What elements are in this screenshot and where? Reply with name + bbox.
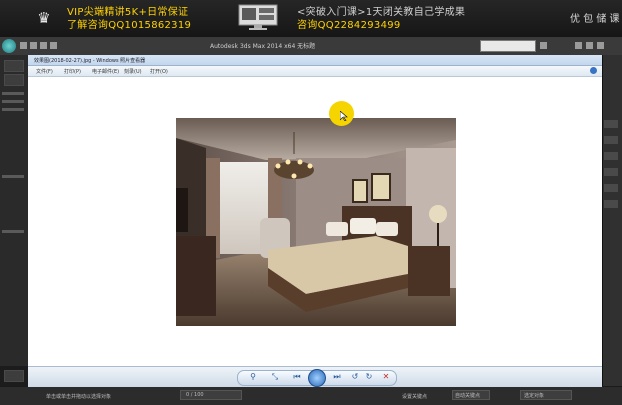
actual-size-icon[interactable]: ⤡ — [270, 372, 280, 382]
menu-burn[interactable]: 刻录(U) — [124, 68, 142, 75]
menu-print[interactable]: 打印(P) — [64, 68, 81, 75]
slideshow-button[interactable] — [308, 369, 326, 387]
search-icon[interactable] — [540, 42, 547, 49]
close-icon[interactable] — [597, 42, 604, 49]
app-logo-icon[interactable] — [2, 39, 16, 53]
panel-button[interactable] — [604, 136, 618, 144]
app-search-input[interactable] — [480, 40, 536, 52]
auto-key-label: 自动关键点 — [455, 393, 481, 399]
viewer-title: 效果图(2018-02-27).jpg - Windows 照片查看器 — [34, 58, 146, 64]
set-key-label: 设置关键点 — [402, 394, 428, 400]
minimize-icon[interactable] — [575, 42, 582, 49]
promo-left-line1: VIP尖端精讲5K+日常保证 — [67, 7, 189, 18]
link-tool-icon[interactable] — [4, 74, 24, 86]
panel-row — [2, 92, 24, 95]
panel-row — [2, 175, 24, 178]
panel-row — [2, 108, 24, 111]
new-file-icon[interactable] — [20, 42, 27, 49]
menu-open[interactable]: 打开(O) — [150, 68, 168, 75]
delete-icon[interactable]: ✕ — [381, 372, 391, 382]
script-listener-icon[interactable] — [4, 370, 24, 382]
panel-button[interactable] — [604, 168, 618, 176]
panel-button[interactable] — [604, 184, 618, 192]
monitor-icon — [238, 4, 278, 30]
rotate-ccw-icon[interactable]: ↺ — [350, 372, 360, 382]
menu-email[interactable]: 电子邮件(E) — [92, 68, 119, 75]
crown-icon: ♛ — [37, 9, 51, 27]
mouse-pointer-icon — [340, 111, 348, 121]
undo-icon[interactable] — [50, 42, 57, 49]
right-command-panel — [602, 55, 622, 386]
promo-right-line2: 咨询QQ2284293499 — [297, 20, 401, 31]
time-slider-value: 0 / 100 — [186, 392, 204, 398]
promo-right-line1: <突破入门课>1天闭关教自己学成果 — [297, 7, 466, 18]
zoom-icon[interactable]: ⚲ — [248, 372, 258, 382]
panel-row — [2, 100, 24, 103]
status-prompt: 单击或单击并拖动以选择对象 — [46, 394, 112, 400]
select-tool-icon[interactable] — [4, 60, 24, 72]
rotate-cw-icon[interactable]: ↻ — [364, 372, 374, 382]
brand-logo: 优 包 储 课 — [570, 14, 620, 25]
selection-label: 选定对象 — [524, 393, 545, 399]
panel-button[interactable] — [604, 200, 618, 208]
panel-button[interactable] — [604, 120, 618, 128]
maximize-icon[interactable] — [586, 42, 593, 49]
panel-row — [2, 230, 24, 233]
help-icon[interactable] — [590, 67, 597, 74]
promo-left-line2: 了解咨询QQ1015862319 — [67, 20, 192, 31]
menu-file[interactable]: 文件(F) — [36, 68, 53, 75]
open-file-icon[interactable] — [30, 42, 37, 49]
bedroom-photo — [176, 118, 456, 326]
app-title: Autodesk 3ds Max 2014 x64 无标题 — [210, 43, 316, 50]
next-icon[interactable]: ⏭ — [332, 372, 342, 382]
previous-icon[interactable]: ⏮ — [292, 372, 302, 382]
panel-button[interactable] — [604, 152, 618, 160]
save-file-icon[interactable] — [40, 42, 47, 49]
